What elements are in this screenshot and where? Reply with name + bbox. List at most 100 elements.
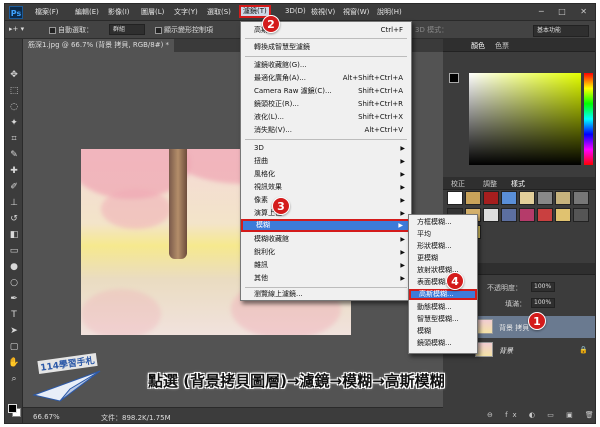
zoom-level[interactable]: 66.67% (33, 413, 60, 421)
filter-liquify[interactable]: 液化(L)... Shift+Ctrl+X (241, 111, 411, 124)
tab-color[interactable]: 顏色 (471, 41, 485, 51)
blur-motion[interactable]: 動態模糊... (409, 302, 477, 313)
dodge-icon[interactable]: ○ (8, 277, 20, 289)
filter-gallery[interactable]: 濾鏡收藏館(G)... (241, 59, 411, 72)
lasso-icon[interactable]: ◌ (8, 101, 20, 113)
tab-styles[interactable]: 樣式 (511, 179, 525, 189)
filter-video[interactable]: 視訊效果 ▶ (241, 181, 411, 194)
crop-icon[interactable]: ⌗ (8, 133, 20, 145)
style-swatch[interactable] (573, 208, 589, 222)
move-tool-icon[interactable]: ▸+ ▾ (9, 25, 24, 33)
filter-vanishing-point[interactable]: 消失點(V)... Alt+Ctrl+V (241, 124, 411, 137)
filter-blur[interactable]: 模糊 ▶ (241, 219, 411, 232)
menu-edit[interactable]: 編輯(E) (75, 7, 99, 17)
blur-average[interactable]: 平均 (409, 229, 477, 240)
filter-pixelate[interactable]: 像素 ▶ (241, 194, 411, 207)
blur-smart[interactable]: 智慧型模糊... (409, 314, 477, 325)
auto-select-checkbox[interactable]: 自動選取： (49, 25, 93, 35)
color-spectrum-field[interactable] (469, 73, 581, 165)
blur-simple[interactable]: 模糊 (409, 326, 477, 337)
filter-adaptive-wide[interactable]: 最適化廣角(A)... Alt+Shift+Ctrl+A (241, 72, 411, 85)
style-swatch[interactable] (447, 191, 463, 205)
blur-surface[interactable]: 表面模糊... (409, 277, 477, 288)
blur-shape[interactable]: 形狀模糊... (409, 241, 477, 252)
menu-3d[interactable]: 3D(D) (285, 7, 306, 15)
tab-swatches[interactable]: 色票 (495, 41, 509, 51)
menu-type[interactable]: 文字(Y) (174, 7, 198, 17)
menu-help[interactable]: 說明(H) (377, 7, 402, 17)
filter-blur-gallery[interactable]: 模糊收藏館 ▶ (241, 233, 411, 246)
filter-sharpen[interactable]: 銳利化 ▶ (241, 246, 411, 259)
style-swatch[interactable] (501, 208, 517, 222)
style-swatch[interactable] (519, 191, 535, 205)
filter-3d[interactable]: 3D ▶ (241, 142, 411, 155)
filter-convert-smart[interactable]: 轉換成智慧型濾鏡 (241, 41, 411, 54)
opacity-input[interactable]: 100% (531, 282, 555, 292)
layer-row-background[interactable]: 背景 🔒 (469, 339, 595, 361)
style-swatch[interactable] (555, 208, 571, 222)
fill-input[interactable]: 100% (531, 298, 555, 308)
color-panel-header: 顏色 色票 (443, 39, 595, 52)
magic-wand-icon[interactable]: ✦ (8, 117, 20, 129)
style-swatch[interactable] (537, 208, 553, 222)
gradient-icon[interactable]: ▭ (8, 245, 20, 257)
auto-select-label: 自動選取： (58, 26, 93, 34)
filter-lens-correction[interactable]: 鏡頭校正(R)... Shift+Ctrl+R (241, 98, 411, 111)
layer-actions-icons[interactable]: ⊖ fx ◐ ▭ ▣ 🗑 (487, 411, 595, 419)
filter-distort[interactable]: 扭曲 ▶ (241, 155, 411, 168)
style-swatch[interactable] (519, 208, 535, 222)
move-icon[interactable]: ✥ (8, 69, 20, 81)
history-brush-icon[interactable]: ↺ (8, 213, 20, 225)
menu-layer[interactable]: 圖層(L) (141, 7, 164, 17)
window-controls[interactable]: ─ □ ✕ (539, 7, 593, 16)
blur-lens[interactable]: 鏡頭模糊... (409, 338, 477, 349)
path-select-icon[interactable]: ➤ (8, 325, 20, 337)
blur-icon[interactable]: ● (8, 261, 20, 273)
style-swatch[interactable] (537, 191, 553, 205)
document-tab[interactable]: 筋深1.jpg @ 66.7% (背景 拷貝, RGB/8#) * (23, 39, 175, 52)
stamp-icon[interactable]: ⊥ (8, 197, 20, 209)
document-info[interactable]: 文件：898.2K/1.75M (101, 413, 171, 423)
style-swatch[interactable] (501, 191, 517, 205)
menu-image[interactable]: 影像(I) (108, 7, 130, 17)
zoom-icon[interactable]: ⌕ (8, 373, 20, 385)
blur-gaussian[interactable]: 高斯模糊... (409, 289, 477, 300)
menu-view[interactable]: 檢視(V) (311, 7, 335, 17)
style-swatch[interactable] (573, 191, 589, 205)
pen-icon[interactable]: ✒ (8, 293, 20, 305)
hue-slider[interactable] (584, 73, 593, 165)
blur-box[interactable]: 方框模糊... (409, 217, 477, 228)
menu-select[interactable]: 選取(S) (207, 7, 231, 17)
brush-icon[interactable]: ✐ (8, 181, 20, 193)
hand-icon[interactable]: ✋ (8, 357, 20, 369)
screenshot-frame: Ps 檔案(F) 編輯(E) 影像(I) 圖層(L) 文字(Y) 選取(S) 濾… (0, 0, 600, 427)
blur-more[interactable]: 更模糊 (409, 253, 477, 264)
filter-camera-raw[interactable]: Camera Raw 濾鏡(C)... Shift+Ctrl+A (241, 85, 411, 98)
show-transform-checkbox[interactable]: 顯示變形控制項 (155, 25, 213, 35)
eyedropper-icon[interactable]: ✎ (8, 149, 20, 161)
filter-browse-online[interactable]: 瀏覽線上濾鏡... (241, 288, 411, 301)
watermark-logo: 114學習手札 (30, 352, 110, 403)
menu-file[interactable]: 檔案(F) (35, 7, 59, 17)
workspace-dropdown[interactable]: 基本功能 (533, 25, 589, 37)
auto-select-dropdown[interactable]: 群組 (109, 24, 145, 35)
type-icon[interactable]: T (8, 309, 20, 321)
menu-window[interactable]: 視窗(W) (343, 7, 369, 17)
eraser-icon[interactable]: ◧ (8, 229, 20, 241)
show-transform-label: 顯示變形控制項 (164, 26, 213, 34)
foreground-color-swatch[interactable] (8, 404, 17, 413)
shape-icon[interactable]: ▢ (8, 341, 20, 353)
filter-noise[interactable]: 雜訊 ▶ (241, 259, 411, 272)
style-swatch[interactable] (483, 208, 499, 222)
style-swatch[interactable] (483, 191, 499, 205)
color-panel-fg-swatch[interactable] (449, 73, 459, 83)
style-swatch[interactable] (465, 191, 481, 205)
blur-radial[interactable]: 放射狀模糊... (409, 265, 477, 276)
filter-other[interactable]: 其他 ▶ (241, 272, 411, 285)
marquee-icon[interactable]: ⬚ (8, 85, 20, 97)
style-swatch[interactable] (555, 191, 571, 205)
tab-adjustments[interactable]: 調整 (483, 179, 497, 189)
healing-icon[interactable]: ✚ (8, 165, 20, 177)
tab-correction[interactable]: 校正 (451, 179, 465, 189)
filter-stylize[interactable]: 風格化 ▶ (241, 168, 411, 181)
